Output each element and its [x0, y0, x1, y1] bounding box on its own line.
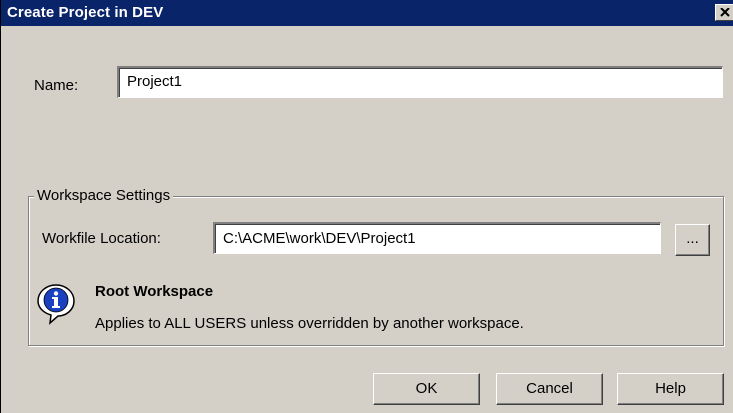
cancel-button[interactable]: Cancel	[496, 373, 603, 405]
info-text: Applies to ALL USERS unless overridden b…	[95, 315, 524, 332]
close-button[interactable]	[715, 4, 733, 21]
help-button[interactable]: Help	[617, 373, 724, 405]
name-input[interactable]: Project1	[117, 66, 723, 98]
name-label: Name:	[34, 77, 79, 94]
workspace-settings-title: Workspace Settings	[34, 187, 174, 204]
close-icon	[720, 8, 730, 17]
ok-button[interactable]: OK	[373, 373, 480, 405]
workfile-location-label: Workfile Location:	[42, 230, 161, 247]
title-bar[interactable]: Create Project in DEV	[1, 0, 733, 26]
info-icon	[37, 284, 75, 325]
create-project-dialog: Create Project in DEV Name: Project1 Wor…	[0, 0, 733, 413]
info-title: Root Workspace	[95, 283, 214, 300]
browse-button[interactable]: ...	[675, 224, 710, 256]
workfile-location-input[interactable]: C:\ACME\work\DEV\Project1	[213, 222, 661, 254]
dialog-title: Create Project in DEV	[7, 4, 164, 21]
